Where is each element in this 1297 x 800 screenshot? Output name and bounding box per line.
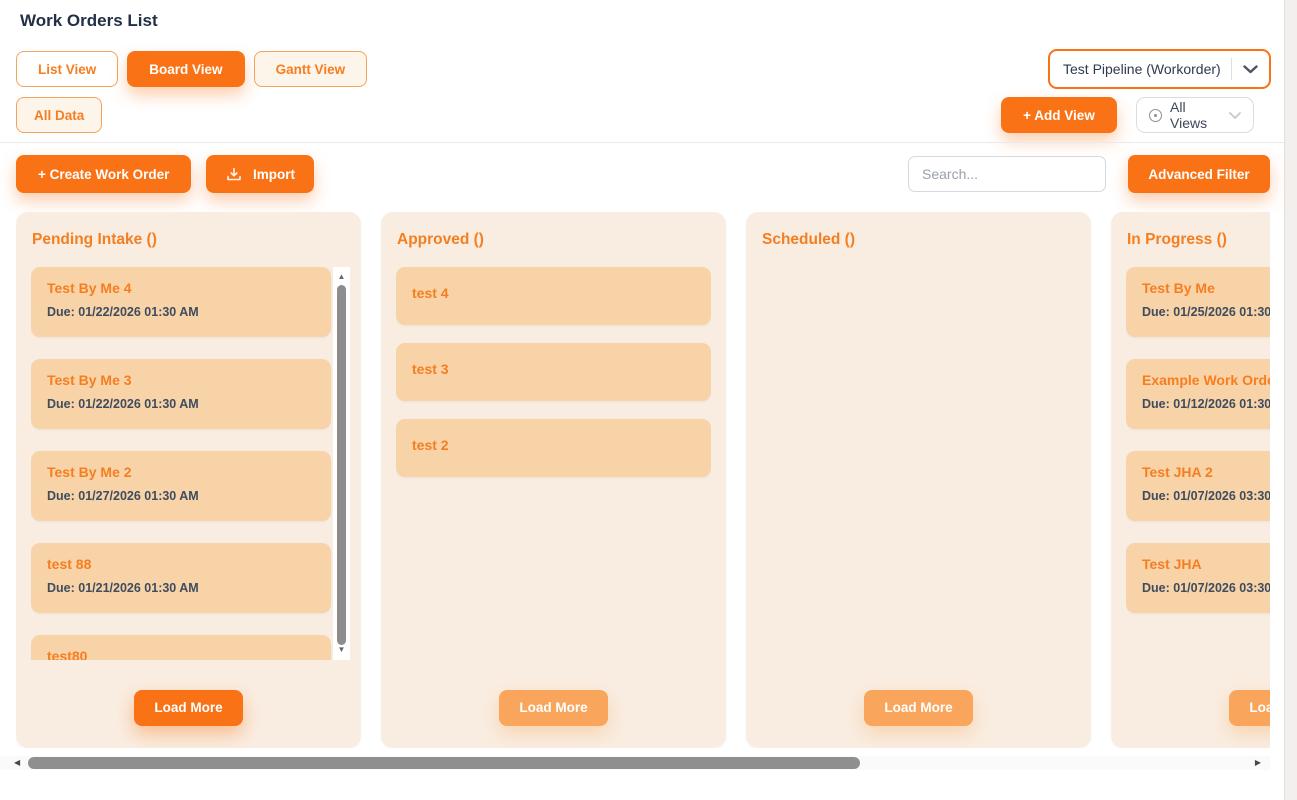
- card-due-date: Due: 01/22/2026 01:30 AM: [47, 305, 315, 319]
- column-title: In Progress (): [1111, 212, 1270, 249]
- load-more-button[interactable]: Load More: [499, 690, 607, 726]
- header-divider: [0, 142, 1284, 143]
- import-button[interactable]: Import: [206, 155, 314, 193]
- column-scrollbar-thumb[interactable]: [337, 285, 346, 645]
- work-order-card[interactable]: Test By Me 4 Due: 01/22/2026 01:30 AM: [31, 267, 331, 337]
- card-list: Test By Me 4Due: 01/22/2026 01:30 AMTest…: [31, 267, 350, 660]
- column-vertical-scrollbar[interactable]: ▲▼: [333, 267, 350, 660]
- kanban-board: Pending Intake () Test By Me 4 Due: 01/22/…: [16, 212, 1270, 748]
- card-due-date: Due: 01/27/2026 01:30 AM: [47, 489, 315, 503]
- tab-board-view[interactable]: Board View: [127, 51, 244, 87]
- all-views-dropdown[interactable]: All Views: [1136, 97, 1254, 133]
- card-due-date: Due: 01/21/2026 01:30 AM: [47, 581, 315, 595]
- card-list: [761, 267, 1076, 660]
- add-view-button[interactable]: + Add View: [1001, 97, 1117, 133]
- work-order-card[interactable]: Test By Me 3 Due: 01/22/2026 01:30 AM: [31, 359, 331, 429]
- work-orders-page: Work Orders List List ViewBoard View Gant…: [0, 0, 1297, 800]
- card-title: test 88: [47, 556, 315, 572]
- work-order-card[interactable]: test 88 Due: 01/21/2026 01:30 AM: [31, 543, 331, 613]
- card-title: Test By Me 2: [47, 464, 315, 480]
- load-more-button[interactable]: Load More: [1229, 690, 1270, 726]
- card-title: test 2: [412, 437, 695, 453]
- work-order-card[interactable]: Example Work Orde Due: 01/12/2026 01:30: [1126, 359, 1270, 429]
- scroll-down-icon[interactable]: ▼: [333, 644, 350, 656]
- card-list: test 4 test 3 test 2: [396, 267, 711, 660]
- load-more-button[interactable]: Load More: [134, 690, 242, 726]
- card-title: Test By Me: [1142, 280, 1270, 296]
- load-more-row: Load More: [381, 690, 726, 726]
- work-order-card[interactable]: Test JHA 2 Due: 01/07/2026 03:30: [1126, 451, 1270, 521]
- card-due-date: Due: 01/25/2026 01:30: [1142, 305, 1270, 319]
- pipeline-select[interactable]: Test Pipeline (Workorder): [1048, 49, 1271, 89]
- card-title: Test JHA 2: [1142, 464, 1270, 480]
- search-input[interactable]: [908, 156, 1106, 192]
- column-pending-intake: Pending Intake () Test By Me 4 Due: 01/22/…: [16, 212, 361, 748]
- column-in-progress: In Progress () Test By Me Due: 01/25/2026 …: [1111, 212, 1270, 748]
- column-scheduled: Scheduled () Load More: [746, 212, 1091, 748]
- all-views-label: All Views: [1170, 99, 1221, 131]
- card-title: test 4: [412, 285, 695, 301]
- work-order-card[interactable]: Test By Me Due: 01/25/2026 01:30: [1126, 267, 1270, 337]
- advanced-filter-button[interactable]: Advanced Filter: [1128, 155, 1270, 193]
- work-order-card[interactable]: Test By Me 2 Due: 01/27/2026 01:30 AM: [31, 451, 331, 521]
- card-due-date: Due: 01/12/2026 01:30: [1142, 397, 1270, 411]
- work-order-card[interactable]: test 4: [396, 267, 711, 325]
- card-due-date: Due: 01/22/2026 01:30 AM: [47, 397, 315, 411]
- column-title: Scheduled (): [746, 212, 1091, 249]
- load-more-row: Load More: [16, 690, 361, 726]
- work-order-card[interactable]: test 2: [396, 419, 711, 477]
- work-order-card[interactable]: test80: [31, 635, 331, 660]
- card-title: test 3: [412, 361, 695, 377]
- column-approved: Approved () test 4 test 3 test 2 Load More: [381, 212, 726, 748]
- load-more-row: Load More: [746, 690, 1091, 726]
- tab-gantt-view[interactable]: Gantt View: [254, 51, 368, 87]
- create-work-order-button[interactable]: + Create Work Order: [16, 155, 191, 193]
- card-title: Test By Me 3: [47, 372, 315, 388]
- load-more-row: Load More: [1111, 690, 1270, 726]
- radio-target-icon: [1149, 109, 1162, 122]
- card-title: Test JHA: [1142, 556, 1270, 572]
- card-title: Example Work Orde: [1142, 372, 1270, 388]
- load-more-button[interactable]: Load More: [864, 690, 972, 726]
- all-data-button[interactable]: All Data: [16, 97, 102, 133]
- column-title: Approved (): [381, 212, 726, 249]
- view-tabs: List ViewBoard View Gantt View: [16, 51, 367, 87]
- page-title: Work Orders List: [20, 11, 158, 31]
- card-due-date: Due: 01/07/2026 03:30: [1142, 581, 1270, 595]
- scroll-up-icon[interactable]: ▲: [333, 271, 350, 283]
- card-title: Test By Me 4: [47, 280, 315, 296]
- column-title: Pending Intake (): [16, 212, 361, 249]
- download-icon: [225, 165, 243, 183]
- pipeline-select-divider: [1231, 58, 1232, 80]
- chevron-down-icon: [1243, 65, 1258, 74]
- scroll-right-icon[interactable]: ▶: [1255, 756, 1261, 770]
- page-vertical-scrollbar[interactable]: [1284, 0, 1297, 800]
- import-label: Import: [253, 167, 295, 182]
- work-order-card[interactable]: test 3: [396, 343, 711, 401]
- scroll-left-icon[interactable]: ◀: [14, 756, 20, 770]
- tab-list-view[interactable]: List View: [16, 51, 118, 87]
- card-due-date: Due: 01/07/2026 03:30: [1142, 489, 1270, 503]
- horizontal-scrollbar[interactable]: ◀ ▶: [0, 756, 1270, 770]
- card-list: Test By Me Due: 01/25/2026 01:30 Example W…: [1126, 267, 1270, 660]
- horizontal-scrollbar-thumb[interactable]: [28, 757, 860, 769]
- card-title: test80: [47, 648, 315, 660]
- chevron-down-icon: [1229, 112, 1241, 119]
- pipeline-select-value: Test Pipeline (Workorder): [1050, 61, 1231, 77]
- work-order-card[interactable]: Test JHA Due: 01/07/2026 03:30: [1126, 543, 1270, 613]
